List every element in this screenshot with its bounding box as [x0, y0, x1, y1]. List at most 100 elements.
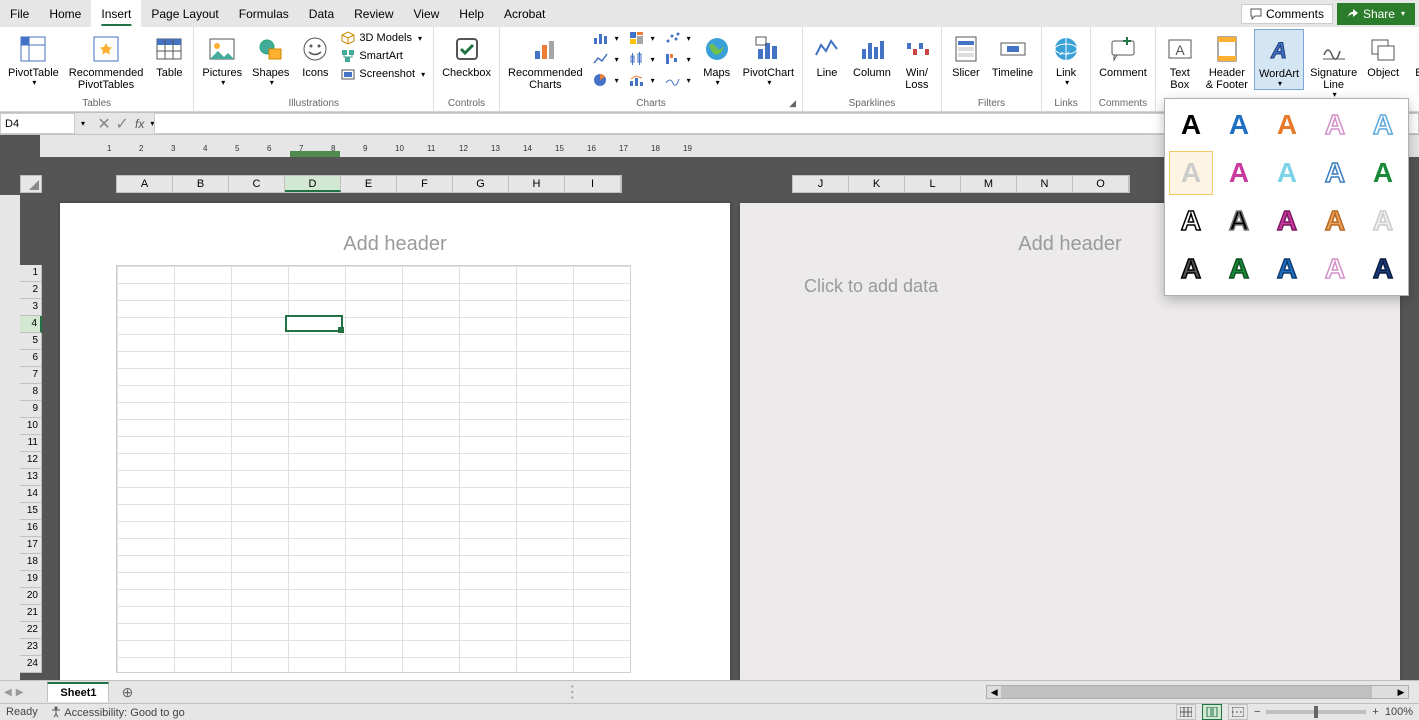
link-button[interactable]: Link▾	[1046, 29, 1086, 88]
wordart-style-11[interactable]: A	[1169, 199, 1213, 243]
row-header-19[interactable]: 19	[20, 571, 42, 588]
view-normal-button[interactable]	[1176, 704, 1196, 720]
wordart-style-12[interactable]: A	[1217, 199, 1261, 243]
row-header-21[interactable]: 21	[20, 605, 42, 622]
pivottable-button[interactable]: PivotTable▾	[4, 29, 63, 88]
select-all-corner[interactable]	[20, 175, 42, 193]
row-header-23[interactable]: 23	[20, 639, 42, 656]
column-header-M[interactable]: M	[961, 176, 1017, 192]
wordart-style-7[interactable]: A	[1217, 151, 1261, 195]
column-header-L[interactable]: L	[905, 176, 961, 192]
shapes-button[interactable]: Shapes▾	[248, 29, 293, 88]
share-button[interactable]: Share ▾	[1337, 3, 1415, 25]
wordart-style-17[interactable]: A	[1217, 247, 1261, 291]
row-header-22[interactable]: 22	[20, 622, 42, 639]
wordart-style-20[interactable]: A	[1361, 247, 1405, 291]
sheet-nav-next[interactable]: ▶	[16, 687, 24, 698]
comments-button[interactable]: Comments	[1241, 4, 1333, 24]
column-header-H[interactable]: H	[509, 176, 565, 192]
row-header-17[interactable]: 17	[20, 537, 42, 554]
wordart-button[interactable]: AWordArt▾	[1254, 29, 1304, 90]
combo-chart-button[interactable]: ▾	[625, 71, 659, 89]
comment-button[interactable]: Comment	[1095, 29, 1151, 79]
wordart-style-2[interactable]: A	[1217, 103, 1261, 147]
row-header-12[interactable]: 12	[20, 452, 42, 469]
column-header-I[interactable]: I	[565, 176, 621, 192]
horizontal-scrollbar[interactable]: ◀▶	[986, 685, 1409, 699]
wordart-style-14[interactable]: A	[1313, 199, 1357, 243]
zoom-out-button[interactable]: −	[1254, 706, 1260, 718]
column-header-D[interactable]: D	[285, 176, 341, 192]
recommended-pivottables-button[interactable]: Recommended PivotTables	[65, 29, 148, 91]
slicer-button[interactable]: Slicer	[946, 29, 986, 79]
row-header-7[interactable]: 7	[20, 367, 42, 384]
menu-tab-home[interactable]: Home	[39, 0, 91, 27]
zoom-slider[interactable]	[1266, 710, 1366, 714]
menu-tab-data[interactable]: Data	[299, 0, 344, 27]
wordart-style-1[interactable]: A	[1169, 103, 1213, 147]
row-header-9[interactable]: 9	[20, 401, 42, 418]
wordart-style-9[interactable]: A	[1313, 151, 1357, 195]
pivotchart-button[interactable]: PivotChart▾	[739, 29, 798, 88]
row-header-6[interactable]: 6	[20, 350, 42, 367]
3d-models-button[interactable]: 3D Models▾	[337, 29, 429, 47]
cancel-formula-button[interactable]: ✕	[95, 113, 113, 134]
view-page-break-button[interactable]	[1228, 704, 1248, 720]
equation-button[interactable]: πEquation▾	[1411, 29, 1419, 88]
timeline-button[interactable]: Timeline	[988, 29, 1037, 79]
column-header-G[interactable]: G	[453, 176, 509, 192]
checkbox-button[interactable]: Checkbox	[438, 29, 495, 79]
row-header-18[interactable]: 18	[20, 554, 42, 571]
menu-tab-acrobat[interactable]: Acrobat	[494, 0, 555, 27]
recommended-charts-button[interactable]: Recommended Charts	[504, 29, 587, 91]
row-header-14[interactable]: 14	[20, 486, 42, 503]
wordart-style-3[interactable]: A	[1265, 103, 1309, 147]
text-box-button[interactable]: AText Box	[1160, 29, 1200, 91]
object-button[interactable]: Object	[1363, 29, 1403, 79]
sparkline-winloss-button[interactable]: Win/ Loss	[897, 29, 937, 91]
row-header-20[interactable]: 20	[20, 588, 42, 605]
wordart-style-19[interactable]: A	[1313, 247, 1357, 291]
column-header-K[interactable]: K	[849, 176, 905, 192]
row-header-5[interactable]: 5	[20, 333, 42, 350]
waterfall-chart-button[interactable]: ▾	[661, 50, 695, 68]
menu-tab-file[interactable]: File	[0, 0, 39, 27]
line-chart-button[interactable]: ▾	[589, 50, 623, 68]
column-header-J[interactable]: J	[793, 176, 849, 192]
row-header-1[interactable]: 1	[20, 265, 42, 282]
row-header-4[interactable]: 4	[20, 316, 42, 333]
pictures-button[interactable]: Pictures▾	[198, 29, 246, 88]
icons-button[interactable]: Icons	[295, 29, 335, 79]
column-header-F[interactable]: F	[397, 176, 453, 192]
menu-tab-insert[interactable]: Insert	[91, 0, 141, 27]
column-header-A[interactable]: A	[117, 176, 173, 192]
row-header-16[interactable]: 16	[20, 520, 42, 537]
wordart-style-10[interactable]: A	[1361, 151, 1405, 195]
column-chart-button[interactable]: ▾	[589, 29, 623, 47]
sheet-tab-sheet1[interactable]: Sheet1	[47, 682, 109, 702]
row-header-10[interactable]: 10	[20, 418, 42, 435]
wordart-style-16[interactable]: A	[1169, 247, 1213, 291]
pie-chart-button[interactable]: ▾	[589, 71, 623, 89]
menu-tab-help[interactable]: Help	[449, 0, 494, 27]
selected-cell[interactable]	[285, 315, 343, 332]
sparkline-column-button[interactable]: Column	[849, 29, 895, 79]
wordart-style-13[interactable]: A	[1265, 199, 1309, 243]
header-footer-button[interactable]: Header & Footer	[1202, 29, 1252, 91]
column-header-E[interactable]: E	[341, 176, 397, 192]
sparkline-line-button[interactable]: Line	[807, 29, 847, 79]
zoom-level[interactable]: 100%	[1385, 706, 1413, 718]
statistic-chart-button[interactable]: ▾	[625, 50, 659, 68]
wordart-style-8[interactable]: A	[1265, 151, 1309, 195]
row-header-11[interactable]: 11	[20, 435, 42, 452]
menu-tab-view[interactable]: View	[404, 0, 450, 27]
table-button[interactable]: Table	[149, 29, 189, 79]
column-header-O[interactable]: O	[1073, 176, 1129, 192]
row-header-3[interactable]: 3	[20, 299, 42, 316]
column-header-C[interactable]: C	[229, 176, 285, 192]
zoom-in-button[interactable]: +	[1372, 706, 1378, 718]
add-sheet-button[interactable]: ⊕	[117, 682, 137, 702]
charts-dialog-launcher[interactable]: ◢	[789, 98, 796, 109]
hierarchy-chart-button[interactable]: ▾	[625, 29, 659, 47]
row-header-2[interactable]: 2	[20, 282, 42, 299]
